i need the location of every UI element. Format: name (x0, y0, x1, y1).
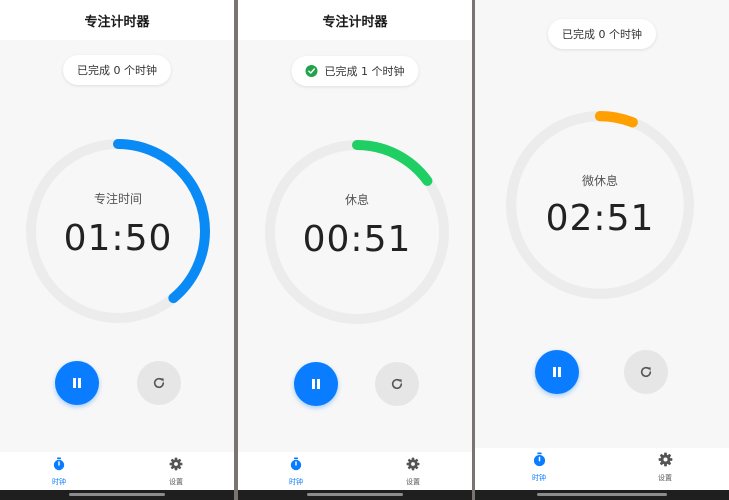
nav-tab-clock[interactable]: 时钟 (266, 456, 326, 487)
home-indicator[interactable] (307, 493, 403, 496)
timer-icon (53, 457, 65, 471)
phase-label: 微休息 (581, 174, 618, 188)
gesture-bar-area (475, 490, 729, 500)
gear-icon (406, 457, 420, 471)
pause-button[interactable] (294, 362, 338, 406)
nav-tab-settings[interactable]: 设置 (383, 456, 443, 487)
pause-icon (312, 379, 320, 389)
pause-button[interactable] (535, 350, 579, 394)
app-bar: 专注计时器 (238, 0, 472, 40)
nav-tab-clock-label: 时钟 (532, 474, 546, 482)
bottom-nav: 时钟 设置 (0, 452, 234, 490)
nav-tab-clock[interactable]: 时钟 (509, 452, 569, 483)
reset-button[interactable] (624, 350, 668, 394)
gear-icon (658, 452, 672, 467)
timer-ring: 微休息 02:51 (505, 110, 695, 300)
completed-badge-text: 已完成 0 个时钟 (77, 64, 157, 77)
timer-icon (533, 452, 545, 467)
gesture-bar-area (0, 490, 234, 500)
pause-icon (73, 378, 81, 388)
nav-tab-settings-label: 设置 (169, 478, 183, 486)
app-bar: 专注计时器 (0, 0, 234, 40)
check-circle-icon (305, 65, 318, 77)
reset-button[interactable] (137, 361, 181, 405)
bottom-nav: 时钟 设置 (475, 448, 729, 490)
completed-badge-text: 已完成 1 个时钟 (324, 65, 405, 78)
reset-button[interactable] (375, 362, 419, 406)
time-remaining: 00:51 (302, 219, 412, 260)
nav-tab-settings-label: 设置 (658, 474, 672, 482)
completed-badge: 已完成 0 个时钟 (548, 19, 656, 49)
nav-tab-settings[interactable]: 设置 (146, 456, 206, 487)
app-title: 专注计时器 (322, 14, 388, 30)
time-remaining: 01:50 (63, 218, 173, 259)
refresh-icon (153, 377, 165, 389)
phase-label: 专注时间 (93, 192, 142, 206)
nav-tab-clock-label: 时钟 (289, 478, 303, 486)
gear-icon (169, 457, 183, 471)
timer-ring: 专注时间 01:50 (25, 138, 211, 324)
time-remaining: 02:51 (545, 198, 655, 239)
phase-label: 休息 (344, 193, 369, 207)
nav-tab-settings[interactable]: 设置 (635, 452, 695, 483)
refresh-icon (391, 378, 403, 390)
phone-screen-3: 已完成 0 个时钟 微休息 02:51 时钟 设置 (475, 0, 729, 500)
app-title: 专注计时器 (84, 14, 150, 30)
completed-badge: 已完成 1 个时钟 (291, 56, 419, 86)
home-indicator[interactable] (537, 493, 667, 496)
completed-badge: 已完成 0 个时钟 (63, 55, 171, 85)
pause-button[interactable] (55, 361, 99, 405)
phone-screen-1: 专注计时器 已完成 0 个时钟 专注时间 01:50 时钟 设置 (0, 0, 234, 500)
timer-ring: 休息 00:51 (264, 139, 450, 325)
nav-tab-clock-label: 时钟 (52, 478, 66, 486)
pause-icon (553, 367, 561, 377)
gesture-bar-area (238, 490, 472, 500)
phone-screen-2: 专注计时器 已完成 1 个时钟 休息 00:51 时钟 设置 (238, 0, 472, 500)
completed-badge-text: 已完成 0 个时钟 (562, 28, 642, 41)
bottom-nav: 时钟 设置 (238, 452, 472, 490)
refresh-icon (640, 366, 652, 378)
timer-icon (290, 457, 302, 471)
nav-tab-clock[interactable]: 时钟 (29, 456, 89, 487)
nav-tab-settings-label: 设置 (406, 478, 420, 486)
home-indicator[interactable] (69, 493, 165, 496)
